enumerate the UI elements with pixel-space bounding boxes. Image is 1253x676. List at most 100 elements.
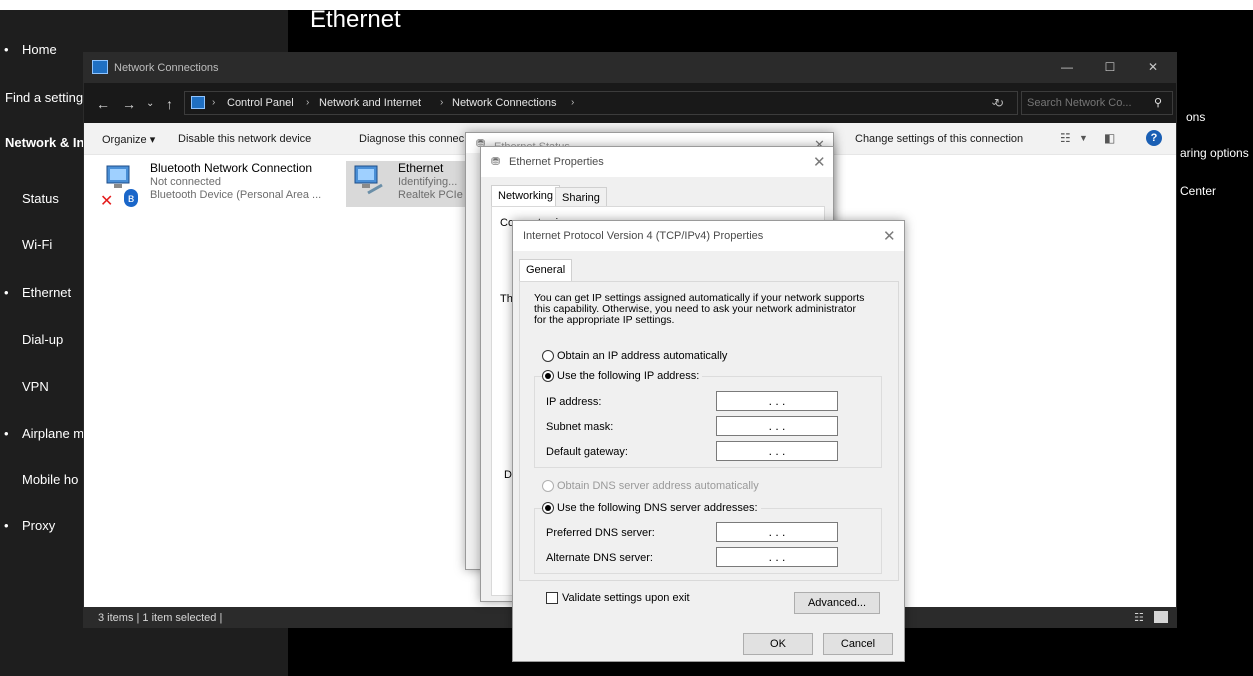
intro-line: for the appropriate IP settings. (534, 314, 675, 326)
dialog-titlebar: ⛃ Ethernet Properties ✕ (481, 147, 833, 177)
use-following-ip-radio[interactable]: Use the following IP address: (542, 370, 703, 382)
dialog-titlebar: Internet Protocol Version 4 (TCP/IPv4) P… (513, 221, 904, 251)
ip-address-field[interactable]: . . . (716, 391, 838, 411)
ip-dots: . . . (768, 444, 786, 458)
nav-bullet-icon: • (4, 42, 9, 57)
settings-nav-item[interactable]: Dial-up (22, 332, 63, 347)
use-following-dns-radio[interactable]: Use the following DNS server addresses: (542, 502, 761, 514)
breadcrumb-separator-icon: › (440, 97, 444, 108)
settings-link-fragment-1[interactable]: ons (1186, 110, 1205, 124)
large-icons-view-icon[interactable] (1154, 611, 1168, 623)
tab-general[interactable]: General (519, 259, 573, 282)
ip-address-label: IP address: (546, 396, 602, 408)
preferred-dns-field[interactable]: . . . (716, 522, 838, 542)
dialog-title: Internet Protocol Version 4 (TCP/IPv4) P… (523, 230, 764, 242)
alternate-dns-label: Alternate DNS server: (546, 552, 653, 564)
search-box[interactable]: ⚲ (1021, 91, 1173, 115)
window-title: Network Connections (114, 62, 219, 74)
ipv4-properties-dialog: Internet Protocol Version 4 (TCP/IPv4) P… (512, 220, 905, 662)
forward-arrow-icon[interactable]: → (122, 96, 136, 112)
close-button[interactable]: ✕ (1143, 60, 1163, 74)
settings-nav-item[interactable]: Home (22, 42, 57, 57)
list-item-bluetooth-connection[interactable]: ✕ ʙ Bluetooth Network Connection Not con… (98, 161, 340, 210)
settings-page-heading: Ethernet (310, 6, 401, 33)
list-item-ethernet-connection[interactable]: Ethernet Identifying... Realtek PCIe (346, 161, 466, 207)
ip-dots: . . . (768, 394, 786, 408)
ok-button[interactable]: OK (743, 633, 813, 655)
default-gateway-field[interactable]: . . . (716, 441, 838, 461)
help-icon[interactable]: ? (1146, 130, 1162, 146)
validate-settings-checkbox[interactable]: Validate settings upon exit (546, 592, 690, 604)
settings-nav-item[interactable]: VPN (22, 379, 49, 394)
settings-nav-item[interactable]: Ethernet (22, 285, 71, 300)
subnet-mask-label: Subnet mask: (546, 421, 614, 433)
close-icon[interactable]: ✕ (813, 153, 826, 171)
address-box[interactable]: › Control Panel › Network and Internet ›… (184, 91, 1018, 115)
address-bar-row: ← → ⌄ ↑ › Control Panel › Network and In… (84, 83, 1176, 123)
status-text: 3 items | 1 item selected | (98, 612, 223, 624)
refresh-icon[interactable]: ↻ (994, 96, 1004, 110)
change-view-icon[interactable]: ☷ (1060, 131, 1071, 145)
radio-checked-icon[interactable] (542, 370, 554, 382)
dialog-title: Ethernet Properties (509, 156, 604, 168)
settings-nav-item[interactable]: Proxy (22, 518, 55, 533)
breadcrumb-separator-icon: › (571, 97, 575, 108)
tab-networking[interactable]: Networking (491, 185, 561, 207)
settings-nav-item[interactable]: Mobile ho (22, 472, 78, 487)
connection-status: Not connected (150, 176, 221, 188)
breadcrumb-separator-icon: › (212, 97, 216, 108)
details-view-icon[interactable]: ☷ (1134, 611, 1148, 624)
preview-pane-icon[interactable]: ◧ (1104, 131, 1115, 145)
control-panel-icon (191, 96, 205, 109)
connection-device: Bluetooth Device (Personal Area ... (150, 189, 322, 201)
network-connections-icon (92, 60, 108, 74)
settings-nav-item[interactable]: Airplane m (22, 426, 84, 441)
up-arrow-icon[interactable]: ↑ (166, 96, 173, 112)
search-input[interactable] (1027, 95, 1145, 111)
alternate-dns-field[interactable]: . . . (716, 547, 838, 567)
breadcrumb-control-panel[interactable]: Control Panel (227, 97, 294, 109)
diagnose-button[interactable]: Diagnose this connec (359, 133, 464, 145)
tab-sharing[interactable]: Sharing (555, 187, 607, 207)
nav-bullet-icon: • (4, 518, 9, 533)
ip-dots: . . . (768, 419, 786, 433)
back-arrow-icon[interactable]: ← (96, 96, 110, 112)
view-options-chevron-icon[interactable]: ▼ (1079, 133, 1088, 143)
settings-nav-item[interactable]: Find a setting (5, 90, 83, 105)
change-settings-button[interactable]: Change settings of this connection (855, 133, 1023, 145)
radio-disabled-icon[interactable] (542, 480, 554, 492)
close-icon[interactable]: ✕ (883, 227, 896, 245)
disconnected-x-icon: ✕ (100, 193, 114, 210)
settings-nav-item[interactable]: Wi-Fi (22, 237, 52, 252)
obtain-dns-auto-radio[interactable]: Obtain DNS server address automatically (542, 480, 759, 492)
ip-dots: . . . (768, 525, 786, 539)
radio-label: Use the following DNS server addresses: (557, 502, 758, 514)
settings-nav-item[interactable]: Status (22, 191, 59, 206)
nav-bullet-icon: • (4, 426, 9, 441)
connection-name: Bluetooth Network Connection (150, 161, 313, 175)
advanced-button[interactable]: Advanced... (794, 592, 880, 614)
subnet-mask-field[interactable]: . . . (716, 416, 838, 436)
breadcrumb-separator-icon: › (306, 97, 310, 108)
search-icon[interactable]: ⚲ (1154, 96, 1162, 109)
radio-checked-icon[interactable] (542, 502, 554, 514)
nav-bullet-icon: • (4, 285, 9, 300)
ethernet-icon: ⛃ (491, 156, 501, 168)
settings-link-fragment-3[interactable]: Center (1180, 184, 1216, 198)
recent-locations-chevron-icon[interactable]: ⌄ (146, 98, 154, 109)
organize-button[interactable]: Organize ▾ (102, 133, 155, 146)
checkbox-unchecked-icon[interactable] (546, 592, 558, 604)
maximize-button[interactable]: ☐ (1100, 60, 1120, 74)
explorer-titlebar: Network Connections — ☐ ✕ (84, 53, 1176, 83)
ip-dots: . . . (768, 550, 786, 564)
cancel-button[interactable]: Cancel (823, 633, 893, 655)
breadcrumb-network-internet[interactable]: Network and Internet (319, 97, 421, 109)
obtain-ip-auto-radio[interactable]: Obtain an IP address automatically (542, 350, 727, 362)
breadcrumb-network-connections[interactable]: Network Connections (452, 97, 557, 109)
settings-link-fragment-2[interactable]: aring options (1180, 146, 1249, 160)
radio-label: Use the following IP address: (557, 370, 700, 382)
disable-device-button[interactable]: Disable this network device (178, 133, 311, 145)
minimize-button[interactable]: — (1057, 60, 1077, 74)
radio-unchecked-icon[interactable] (542, 350, 554, 362)
checkbox-label: Validate settings upon exit (562, 592, 690, 604)
